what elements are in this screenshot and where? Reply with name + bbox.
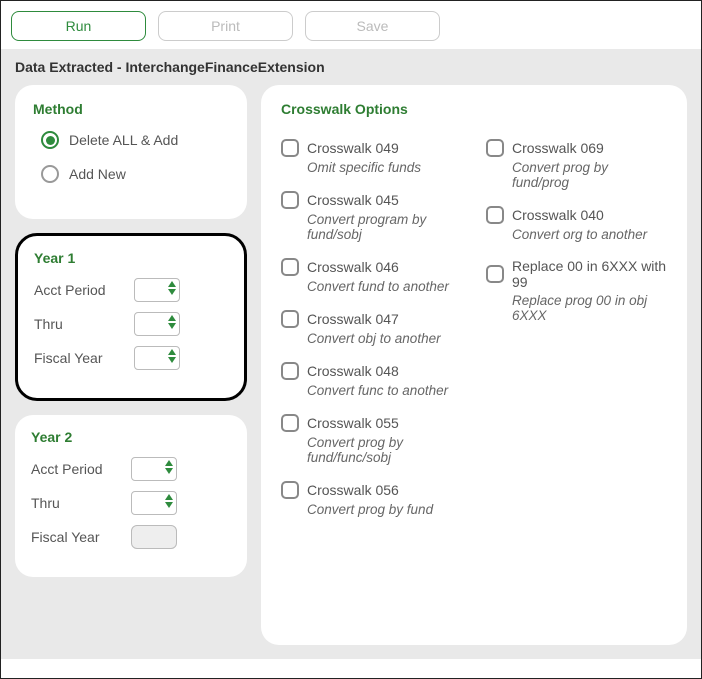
crosswalk-checkbox-row[interactable]: Crosswalk 040 bbox=[486, 206, 667, 224]
method-panel: Method Delete ALL & Add Add New bbox=[15, 85, 247, 219]
crosswalk-description: Convert prog by fund/prog bbox=[512, 160, 667, 190]
checkbox-icon bbox=[486, 139, 504, 157]
crosswalk-checkbox-row[interactable]: Crosswalk 069 bbox=[486, 139, 667, 157]
year1-acct-period-label: Acct Period bbox=[34, 282, 134, 298]
chevron-up-icon bbox=[168, 281, 176, 287]
checkbox-icon bbox=[281, 362, 299, 380]
year2-acct-period-input[interactable] bbox=[131, 457, 177, 481]
crosswalk-checkbox-row[interactable]: Crosswalk 056 bbox=[281, 481, 462, 499]
chevron-down-icon bbox=[165, 502, 173, 508]
year1-thru-label: Thru bbox=[34, 316, 134, 332]
chevron-down-icon bbox=[165, 468, 173, 474]
checkbox-icon bbox=[486, 206, 504, 224]
chevron-up-icon bbox=[168, 349, 176, 355]
crosswalk-option: Crosswalk 049 Omit specific funds bbox=[281, 139, 462, 175]
year2-acct-period-label: Acct Period bbox=[31, 461, 131, 477]
checkbox-icon bbox=[281, 414, 299, 432]
year2-thru-input[interactable] bbox=[131, 491, 177, 515]
crosswalk-option: Crosswalk 045 Convert program by fund/sob… bbox=[281, 191, 462, 242]
year2-title: Year 2 bbox=[31, 429, 231, 445]
page-title: Data Extracted - InterchangeFinanceExten… bbox=[1, 49, 701, 85]
run-button[interactable]: Run bbox=[11, 11, 146, 41]
chevron-down-icon bbox=[168, 289, 176, 295]
crosswalk-label: Crosswalk 049 bbox=[307, 140, 399, 156]
crosswalk-label: Replace 00 in 6XXX with 99 bbox=[512, 258, 667, 290]
crosswalk-option: Crosswalk 048 Convert func to another bbox=[281, 362, 462, 398]
crosswalk-description: Convert func to another bbox=[307, 383, 462, 398]
crosswalk-description: Replace prog 00 in obj 6XXX bbox=[512, 293, 667, 323]
chevron-up-icon bbox=[168, 315, 176, 321]
method-option-delete[interactable]: Delete ALL & Add bbox=[41, 131, 229, 149]
crosswalk-description: Convert obj to another bbox=[307, 331, 462, 346]
crosswalk-description: Convert prog by fund bbox=[307, 502, 462, 517]
crosswalk-checkbox-row[interactable]: Crosswalk 045 bbox=[281, 191, 462, 209]
chevron-up-icon bbox=[165, 494, 173, 500]
crosswalk-label: Crosswalk 040 bbox=[512, 207, 604, 223]
checkbox-icon bbox=[281, 310, 299, 328]
radio-icon bbox=[41, 165, 59, 183]
crosswalk-option: Crosswalk 056 Convert prog by fund bbox=[281, 481, 462, 517]
crosswalk-label: Crosswalk 045 bbox=[307, 192, 399, 208]
crosswalk-option: Crosswalk 055 Convert prog by fund/func/s… bbox=[281, 414, 462, 465]
crosswalk-option: Crosswalk 069 Convert prog by fund/prog bbox=[486, 139, 667, 190]
save-button: Save bbox=[305, 11, 440, 41]
crosswalk-panel: Crosswalk Options Crosswalk 049 Omit spec… bbox=[261, 85, 687, 645]
checkbox-icon bbox=[281, 139, 299, 157]
year2-fiscal-year-input bbox=[131, 525, 177, 549]
year2-fiscal-year-label: Fiscal Year bbox=[31, 529, 131, 545]
year2-panel: Year 2 Acct Period Thru Fiscal Year bbox=[15, 415, 247, 577]
checkbox-icon bbox=[281, 258, 299, 276]
method-title: Method bbox=[33, 101, 229, 117]
crosswalk-option: Crosswalk 046 Convert fund to another bbox=[281, 258, 462, 294]
year1-fiscal-year-input[interactable] bbox=[134, 346, 180, 370]
crosswalk-checkbox-row[interactable]: Crosswalk 046 bbox=[281, 258, 462, 276]
crosswalk-checkbox-row[interactable]: Crosswalk 048 bbox=[281, 362, 462, 380]
print-button: Print bbox=[158, 11, 293, 41]
method-option-label: Delete ALL & Add bbox=[69, 132, 178, 148]
crosswalk-label: Crosswalk 055 bbox=[307, 415, 399, 431]
year1-panel: Year 1 Acct Period Thru Fiscal Year bbox=[15, 233, 247, 401]
crosswalk-checkbox-row[interactable]: Crosswalk 055 bbox=[281, 414, 462, 432]
crosswalk-description: Omit specific funds bbox=[307, 160, 462, 175]
crosswalk-description: Convert fund to another bbox=[307, 279, 462, 294]
year1-thru-input[interactable] bbox=[134, 312, 180, 336]
crosswalk-description: Convert prog by fund/func/sobj bbox=[307, 435, 462, 465]
crosswalk-checkbox-row[interactable]: Replace 00 in 6XXX with 99 bbox=[486, 258, 667, 290]
crosswalk-option: Crosswalk 040 Convert org to another bbox=[486, 206, 667, 242]
crosswalk-label: Crosswalk 069 bbox=[512, 140, 604, 156]
method-option-label: Add New bbox=[69, 166, 126, 182]
crosswalk-description: Convert org to another bbox=[512, 227, 667, 242]
crosswalk-title: Crosswalk Options bbox=[281, 101, 667, 117]
crosswalk-label: Crosswalk 047 bbox=[307, 311, 399, 327]
checkbox-icon bbox=[486, 265, 504, 283]
radio-icon bbox=[41, 131, 59, 149]
year1-acct-period-input[interactable] bbox=[134, 278, 180, 302]
checkbox-icon bbox=[281, 481, 299, 499]
year2-thru-label: Thru bbox=[31, 495, 131, 511]
chevron-down-icon bbox=[168, 323, 176, 329]
chevron-up-icon bbox=[165, 460, 173, 466]
crosswalk-label: Crosswalk 048 bbox=[307, 363, 399, 379]
chevron-down-icon bbox=[168, 357, 176, 363]
crosswalk-checkbox-row[interactable]: Crosswalk 047 bbox=[281, 310, 462, 328]
crosswalk-checkbox-row[interactable]: Crosswalk 049 bbox=[281, 139, 462, 157]
crosswalk-label: Crosswalk 046 bbox=[307, 259, 399, 275]
crosswalk-option: Crosswalk 047 Convert obj to another bbox=[281, 310, 462, 346]
method-option-add[interactable]: Add New bbox=[41, 165, 229, 183]
year1-fiscal-year-label: Fiscal Year bbox=[34, 350, 134, 366]
crosswalk-label: Crosswalk 056 bbox=[307, 482, 399, 498]
checkbox-icon bbox=[281, 191, 299, 209]
toolbar: Run Print Save bbox=[1, 1, 701, 49]
crosswalk-option: Replace 00 in 6XXX with 99Replace prog 0… bbox=[486, 258, 667, 323]
crosswalk-description: Convert program by fund/sobj bbox=[307, 212, 462, 242]
year1-title: Year 1 bbox=[34, 250, 228, 266]
